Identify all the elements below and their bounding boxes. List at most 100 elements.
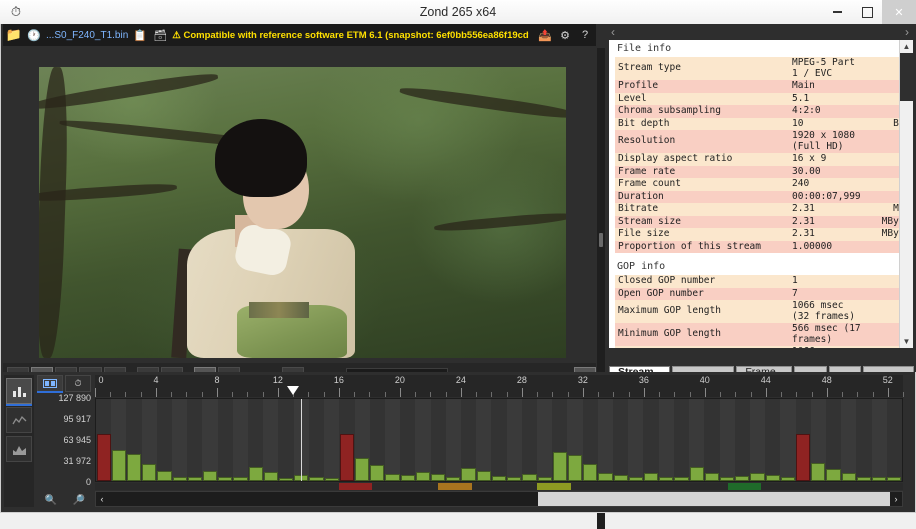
table-row[interactable]: Chroma subsampling 4:2:0 [615,105,913,118]
chart-bar[interactable] [233,476,248,481]
chart-bar[interactable] [598,473,613,481]
table-row[interactable]: File size 2.31 MBytes [615,228,913,241]
chart-bar[interactable] [491,475,507,481]
table-row[interactable]: Bit depth10Bits [615,117,913,130]
chart-bar[interactable] [750,473,765,481]
chart-bar[interactable] [780,476,796,481]
close-button[interactable]: ✕ [882,0,916,24]
chart-bar[interactable] [826,469,841,481]
table-row[interactable]: Bitrate2.31Mbps [615,203,913,216]
chart-bar[interactable] [202,471,218,481]
scroll-down-arrow[interactable]: ▼ [900,335,913,348]
frame-type-marker[interactable] [727,483,762,490]
scroll-right-arrow[interactable]: › [890,492,902,506]
chart-bar[interactable] [583,464,598,481]
table-row[interactable]: Stream type MPEG-5 Part 1 / EVC [615,57,913,80]
minimize-button[interactable] [822,0,852,24]
chart-bar[interactable] [643,472,659,481]
folder-open-icon[interactable]: 📁 [6,27,22,43]
copy-icon[interactable]: 📋 [132,27,148,43]
chart-bar[interactable] [370,464,385,481]
chart-bar[interactable] [187,476,202,481]
chart-bar[interactable] [552,452,567,481]
table-row[interactable]: Median of GOP length1066 msec (32 frames… [615,346,913,348]
frame-type-marker[interactable] [537,483,571,490]
playhead-marker[interactable] [287,386,300,395]
table-row[interactable]: Maximum GOP length 1066 msec (32 frames) [615,300,913,323]
zoom-out-icon[interactable]: 🔎 [73,495,85,506]
chart-bar[interactable] [309,476,324,481]
zoom-in-icon[interactable]: 🔍 [45,495,57,506]
chart-bar[interactable] [339,433,355,481]
scroll-thumb[interactable] [900,53,913,101]
chart-bar[interactable] [142,464,157,481]
gear-icon[interactable]: ⚙ [557,27,573,43]
chart-bar[interactable] [415,472,431,481]
scroll-left-arrow[interactable]: ‹ [96,492,108,506]
chart-bar[interactable] [811,463,826,481]
panel-prev-arrow[interactable]: ‹ [611,24,615,40]
export-icon[interactable]: 📤 [537,27,553,43]
timeline-ruler[interactable]: 0 4 8 12 16 20 24 28 32 36 40 44 48 52 [95,375,904,397]
clock-icon[interactable]: 🕐 [26,27,42,43]
chart-bar[interactable] [324,477,339,481]
chart-bar[interactable] [431,473,446,481]
chart-bar[interactable] [872,476,887,481]
chart-bar[interactable] [659,476,674,481]
chart-bar[interactable] [461,468,476,481]
splitter-grip[interactable] [599,233,603,247]
chart-bar[interactable] [567,454,583,481]
chart-bar[interactable] [720,476,735,481]
chart-bar[interactable] [841,473,856,481]
chart-bar[interactable] [476,471,491,481]
chart-bar[interactable] [218,476,233,481]
chart-bar[interactable] [674,476,689,481]
table-row[interactable]: Proportion of this stream 1.00000 [615,240,913,253]
chart-cursor-line[interactable] [301,399,303,481]
chart-bar[interactable] [172,476,187,481]
chart-horizontal-scrollbar[interactable]: ‹ › [95,491,903,507]
table-row[interactable]: Duration 00:00:07,999 [615,190,913,203]
frame-view-button[interactable] [37,375,63,393]
chart-bar[interactable] [613,475,628,481]
chart-bar[interactable] [735,475,750,481]
chart-bar[interactable] [248,466,263,481]
table-row[interactable]: Frame rate 30.00 [615,165,913,178]
chart-bar[interactable] [765,474,780,481]
scrollbar-thumb[interactable] [538,492,890,506]
scrollbar-track[interactable] [108,492,890,506]
table-row[interactable]: Closed GOP number 1 [615,275,913,288]
chart-bar[interactable] [111,450,126,481]
frame-type-marker[interactable] [338,483,373,490]
chart-bar[interactable] [507,476,522,481]
info-scrollbar[interactable]: ▲ ▼ [899,40,913,348]
chart-bar[interactable] [704,473,719,481]
chart-mode-line-button[interactable] [6,407,32,433]
chart-bar[interactable] [96,433,111,481]
chart-bar[interactable] [628,476,643,481]
chart-bar[interactable] [689,466,704,481]
chart-bar[interactable] [355,457,370,481]
panel-next-arrow[interactable]: › [905,24,909,40]
table-row[interactable]: Display aspect ratio 16 x 9 [615,153,913,166]
chart-bar[interactable] [856,476,872,481]
frame-type-marker[interactable] [438,483,472,490]
chart-bar[interactable] [400,474,415,481]
table-row[interactable]: Frame count 240 [615,178,913,191]
chart-bar[interactable] [157,470,172,481]
chart-bar[interactable] [385,473,400,481]
chart-bar[interactable] [278,477,294,481]
chart-bar[interactable] [263,472,278,481]
help-icon[interactable]: ? [577,27,593,43]
chart-bar[interactable] [522,473,537,481]
bitrate-bar-chart[interactable] [95,398,903,482]
table-row[interactable]: Profile Main [615,80,913,93]
time-view-button[interactable]: ⏱ [65,375,91,392]
chart-bar[interactable] [796,433,811,481]
table-row[interactable]: Level 5.1 [615,92,913,105]
chart-bar[interactable] [126,454,142,481]
file-name-label[interactable]: ...S0_F240_T1.bin [46,30,128,41]
frame-type-strip[interactable] [95,483,903,490]
chart-bar[interactable] [446,476,461,481]
chart-bar[interactable] [887,476,902,481]
